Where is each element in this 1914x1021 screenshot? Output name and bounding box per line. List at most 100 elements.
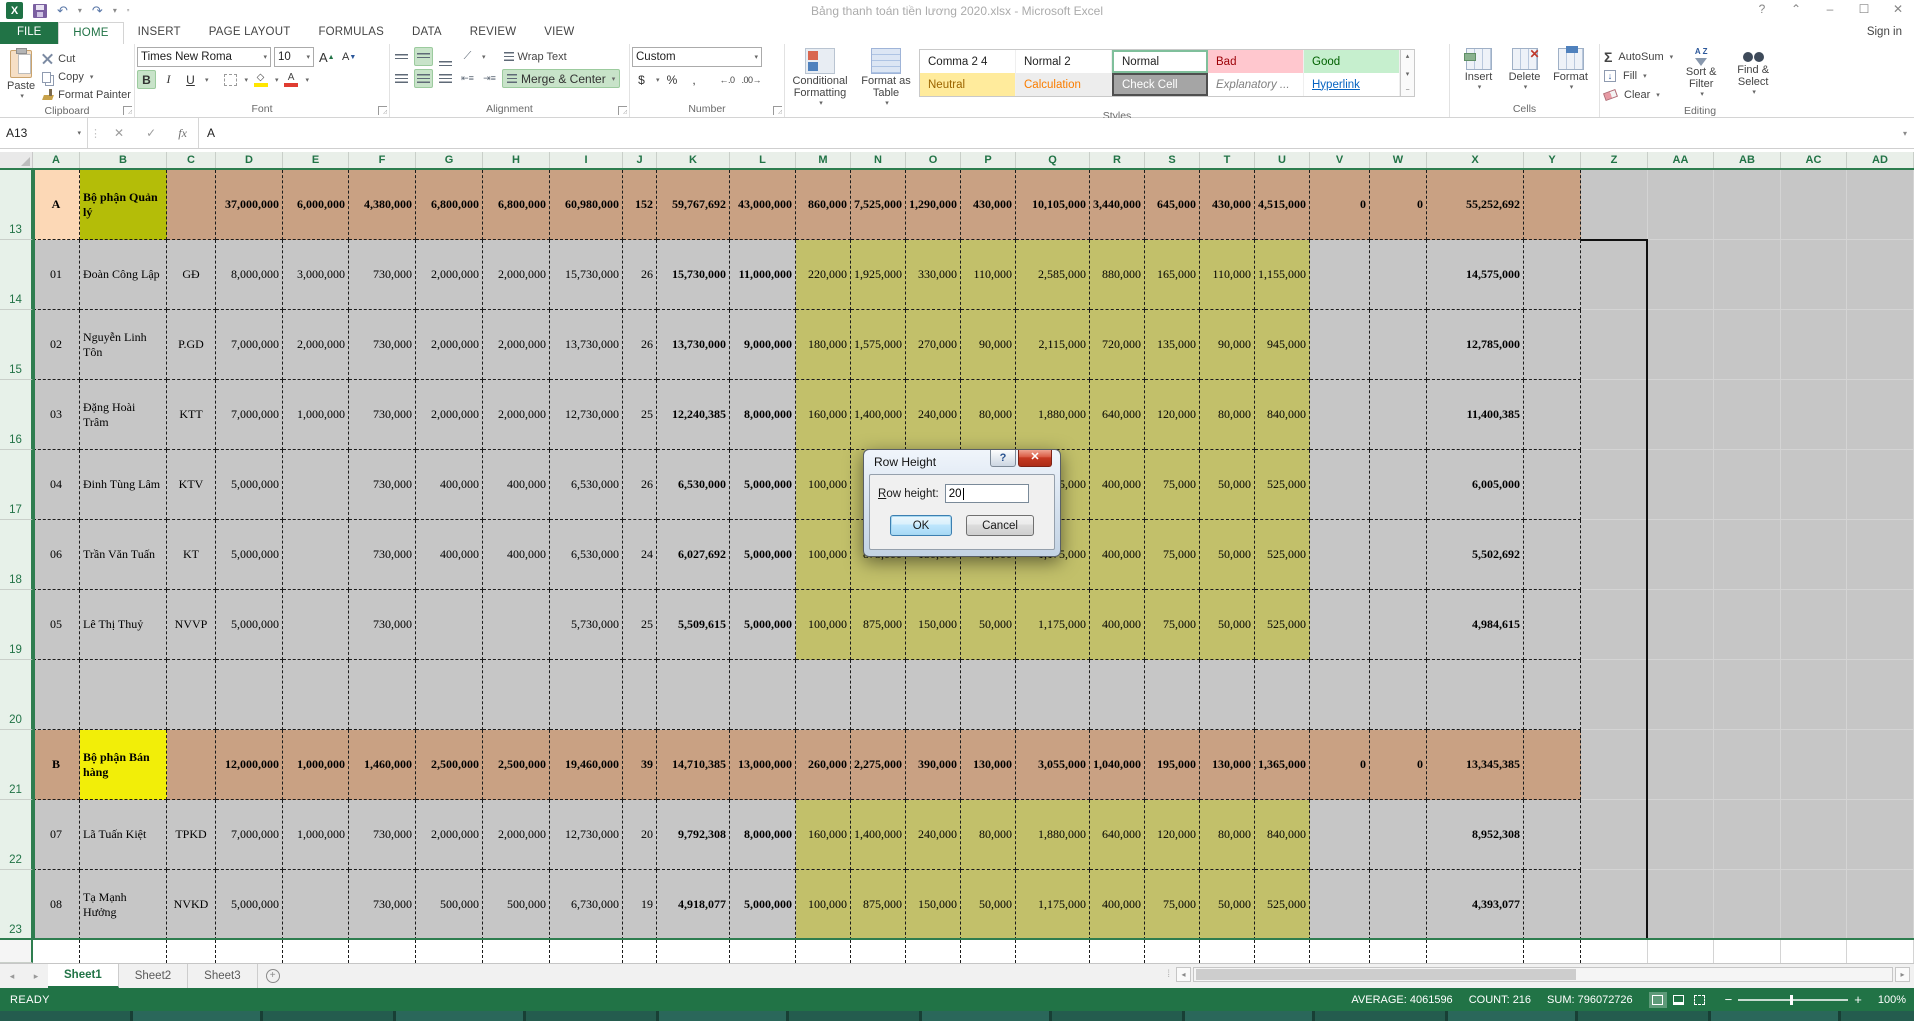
cell-H24[interactable] (483, 940, 550, 963)
cell-D19[interactable]: 5,000,000 (216, 590, 283, 660)
cell-AA15[interactable] (1648, 310, 1714, 380)
cell-H21[interactable]: 2,500,000 (483, 730, 550, 800)
cell-AB17[interactable] (1714, 450, 1781, 520)
dialog-help-icon[interactable]: ? (990, 450, 1016, 467)
font-dialog-launcher-icon[interactable] (378, 106, 387, 115)
cell-AB19[interactable] (1714, 590, 1781, 660)
sort-filter-button[interactable]: A Z Sort & Filter ▾ (1675, 46, 1727, 100)
cell-M20[interactable] (796, 660, 851, 730)
cell-B24[interactable] (80, 940, 167, 963)
cell-AA21[interactable] (1648, 730, 1714, 800)
cell-X19[interactable]: 4,984,615 (1427, 590, 1524, 660)
accounting-dropdown-icon[interactable]: ▾ (656, 76, 660, 84)
cell-K18[interactable]: 6,027,692 (657, 520, 730, 590)
cell-S24[interactable] (1145, 940, 1200, 963)
cell-B14[interactable]: Đoàn Công Lập (80, 240, 167, 310)
cell-N24[interactable] (851, 940, 906, 963)
cell-K13[interactable]: 59,767,692 (657, 170, 730, 240)
cell-H19[interactable] (483, 590, 550, 660)
cell-W23[interactable] (1370, 870, 1427, 940)
cell-T24[interactable] (1200, 940, 1255, 963)
cell-V16[interactable] (1310, 380, 1370, 450)
cell-V20[interactable] (1310, 660, 1370, 730)
cell-D23[interactable]: 5,000,000 (216, 870, 283, 940)
row-header-14[interactable]: 14 (0, 240, 33, 310)
cell-N20[interactable] (851, 660, 906, 730)
styles-gallery-scrollbar[interactable]: ▴ ▾ − (1401, 49, 1415, 97)
percent-style-button[interactable]: % (663, 70, 682, 89)
cell-O13[interactable]: 1,290,000 (906, 170, 961, 240)
cell-V18[interactable] (1310, 520, 1370, 590)
cell-C22[interactable]: TPKD (167, 800, 216, 870)
cell-W24[interactable] (1370, 940, 1427, 963)
cell-X15[interactable]: 12,785,000 (1427, 310, 1524, 380)
cell-U21[interactable]: 1,365,000 (1255, 730, 1310, 800)
cell-M16[interactable]: 160,000 (796, 380, 851, 450)
style-calculation[interactable]: Calculation (1016, 73, 1112, 96)
sheet-tab-sheet2[interactable]: Sheet2 (119, 964, 188, 988)
cell-R21[interactable]: 1,040,000 (1090, 730, 1145, 800)
cell-Y14[interactable] (1524, 240, 1581, 310)
cell-AA16[interactable] (1648, 380, 1714, 450)
cell-G18[interactable]: 400,000 (416, 520, 483, 590)
cancel-button[interactable]: Cancel (966, 515, 1034, 536)
cell-N22[interactable]: 1,400,000 (851, 800, 906, 870)
cell-W22[interactable] (1370, 800, 1427, 870)
cell-AA17[interactable] (1648, 450, 1714, 520)
cell-AC21[interactable] (1781, 730, 1847, 800)
cell-D22[interactable]: 7,000,000 (216, 800, 283, 870)
cell-AD22[interactable] (1847, 800, 1914, 870)
cell-Z19[interactable] (1581, 590, 1648, 660)
cell-AC15[interactable] (1781, 310, 1847, 380)
cell-Q15[interactable]: 2,115,000 (1016, 310, 1090, 380)
cell-D24[interactable] (216, 940, 283, 963)
cell-D15[interactable]: 7,000,000 (216, 310, 283, 380)
copy-dropdown-icon[interactable]: ▾ (90, 73, 94, 81)
expand-formula-bar-icon[interactable]: ▾ (1896, 118, 1914, 148)
cell-R20[interactable] (1090, 660, 1145, 730)
cell-R17[interactable]: 400,000 (1090, 450, 1145, 520)
cell-N21[interactable]: 2,275,000 (851, 730, 906, 800)
help-icon[interactable]: ? (1754, 2, 1770, 16)
cell-T14[interactable]: 110,000 (1200, 240, 1255, 310)
delete-cells-button[interactable]: Delete ▾ (1502, 46, 1548, 93)
cell-K19[interactable]: 5,509,615 (657, 590, 730, 660)
cell-I13[interactable]: 60,980,000 (550, 170, 623, 240)
cell-J13[interactable]: 152 (623, 170, 657, 240)
cell-B15[interactable]: Nguyễn Linh Tôn (80, 310, 167, 380)
align-left-button[interactable] (392, 69, 411, 88)
number-dialog-launcher-icon[interactable] (773, 106, 782, 115)
cell-AB18[interactable] (1714, 520, 1781, 590)
cell-V23[interactable] (1310, 870, 1370, 940)
name-box[interactable]: A13 ▾ (0, 118, 88, 148)
cell-L18[interactable]: 5,000,000 (730, 520, 796, 590)
decrease-decimal-button[interactable]: .00→ (740, 70, 764, 89)
cell-AA13[interactable] (1648, 170, 1714, 240)
cell-AC19[interactable] (1781, 590, 1847, 660)
cell-B17[interactable]: Đinh Tùng Lâm (80, 450, 167, 520)
cell-Q14[interactable]: 2,585,000 (1016, 240, 1090, 310)
cell-N14[interactable]: 1,925,000 (851, 240, 906, 310)
cell-W18[interactable] (1370, 520, 1427, 590)
font-color-button[interactable]: A (282, 70, 301, 89)
cell-C19[interactable]: NVVP (167, 590, 216, 660)
cell-S14[interactable]: 165,000 (1145, 240, 1200, 310)
cell-Y19[interactable] (1524, 590, 1581, 660)
row-height-input[interactable]: 20 (945, 484, 1029, 503)
cell-R15[interactable]: 720,000 (1090, 310, 1145, 380)
cell-AA23[interactable] (1648, 870, 1714, 940)
cell-Q24[interactable] (1016, 940, 1090, 963)
cell-AB24[interactable] (1714, 940, 1781, 963)
cell-X23[interactable]: 4,393,077 (1427, 870, 1524, 940)
cell-M19[interactable]: 100,000 (796, 590, 851, 660)
align-top-button[interactable] (392, 47, 411, 66)
cell-V17[interactable] (1310, 450, 1370, 520)
cell-L14[interactable]: 11,000,000 (730, 240, 796, 310)
cell-P14[interactable]: 110,000 (961, 240, 1016, 310)
cell-AB22[interactable] (1714, 800, 1781, 870)
cell-B21[interactable]: Bộ phận Bán hàng (80, 730, 167, 800)
sheet-nav-left-icon[interactable]: ◂ (0, 964, 24, 988)
cell-V13[interactable]: 0 (1310, 170, 1370, 240)
zoom-in-icon[interactable]: + (1854, 992, 1862, 1007)
row-header-13[interactable]: 13 (0, 170, 33, 240)
